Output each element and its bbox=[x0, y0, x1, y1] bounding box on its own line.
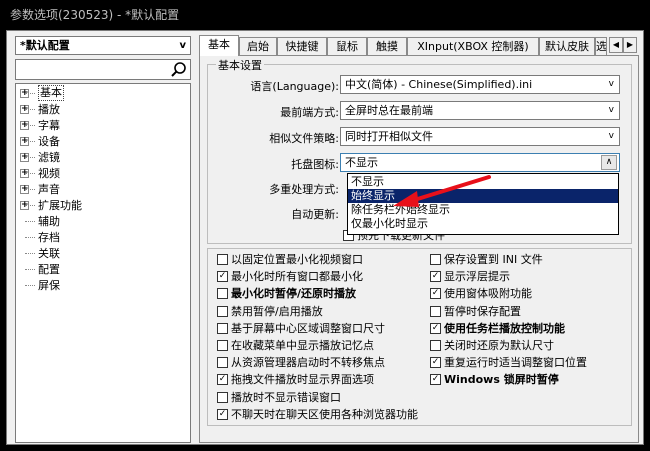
category-tree: + 基本 + 播放 + 字幕 + 设备 + 滤镜 + 视频 + 声音 + 扩展功… bbox=[15, 83, 191, 443]
chevron-down-icon: v bbox=[608, 79, 614, 89]
language-label: 语言(Language): bbox=[250, 80, 339, 93]
checkbox-checked-icon[interactable]: ✓ bbox=[430, 357, 441, 369]
profile-select[interactable]: *默认配置 v bbox=[15, 36, 191, 55]
preferences-window: *默认配置 v + 基本 + 播放 + 字幕 + 设备 + 滤镜 + 视频 + … bbox=[6, 30, 644, 445]
chevron-up-icon[interactable]: ∧ bbox=[601, 155, 617, 170]
checkbox-box[interactable] bbox=[430, 254, 441, 265]
checkbox-box[interactable] bbox=[217, 357, 228, 369]
topmost-select[interactable]: 全屏时总在最前端 v bbox=[340, 101, 620, 120]
tab-startup[interactable]: 启始 bbox=[239, 37, 277, 55]
tray-icon-label: 托盘图标: bbox=[291, 158, 339, 171]
checkbox-checked-icon[interactable]: ✓ bbox=[217, 374, 228, 386]
checkbox-box[interactable] bbox=[217, 340, 228, 351]
red-arrow-icon bbox=[393, 175, 491, 207]
tab-xinput[interactable]: XInput(XBOX 控制器) bbox=[407, 37, 539, 55]
dropdown-option[interactable]: 仅最小化时显示 bbox=[348, 217, 618, 231]
checkbox-checked-icon[interactable]: ✓ bbox=[217, 408, 228, 420]
tab-bar: 基本 启始 快捷键 鼠标 触摸 XInput(XBOX 控制器) 默认皮肤 选 … bbox=[199, 35, 639, 56]
tab-scroll-right-icon[interactable]: ▶ bbox=[623, 37, 637, 53]
search-icon[interactable] bbox=[170, 61, 187, 78]
tab-mouse[interactable]: 鼠标 bbox=[327, 37, 367, 55]
tab-basic[interactable]: 基本 bbox=[199, 35, 239, 56]
chevron-down-icon: v bbox=[179, 40, 186, 51]
checkbox-box[interactable] bbox=[430, 305, 441, 317]
topmost-label: 最前端方式: bbox=[280, 106, 339, 119]
checkbox-box[interactable] bbox=[217, 254, 228, 265]
checkbox-checked-icon[interactable]: ✓ bbox=[430, 322, 441, 334]
window-title: 参数选项(230523) - *默认配置 bbox=[0, 0, 650, 30]
checkbox-box[interactable] bbox=[430, 340, 441, 351]
tab-default-skin[interactable]: 默认皮肤 bbox=[539, 37, 595, 55]
chevron-down-icon: v bbox=[608, 105, 614, 115]
auto-update-label: 自动更新: bbox=[291, 208, 339, 221]
checkbox-box[interactable] bbox=[217, 288, 228, 300]
similar-files-label: 相似文件策略: bbox=[269, 132, 339, 145]
checkbox-box[interactable] bbox=[217, 391, 228, 403]
checkbox-checked-icon[interactable]: ✓ bbox=[430, 374, 441, 386]
tab-scroll-left-icon[interactable]: ◀ bbox=[609, 37, 623, 53]
language-select[interactable]: 中文(简体) - Chinese(Simplified).ini v bbox=[340, 75, 620, 94]
tab-touch[interactable]: 触摸 bbox=[367, 37, 407, 55]
similar-files-select[interactable]: 同时打开相似文件 v bbox=[340, 127, 620, 146]
profile-value: *默认配置 bbox=[20, 39, 70, 52]
multi-process-label: 多重处理方式: bbox=[269, 183, 339, 196]
checkbox-checked-icon[interactable]: ✓ bbox=[430, 288, 441, 300]
chevron-down-icon: v bbox=[608, 131, 614, 141]
tab-hotkeys[interactable]: 快捷键 bbox=[277, 37, 327, 55]
tray-icon-select[interactable]: 不显示 ∧ bbox=[340, 153, 620, 172]
checkbox-box[interactable] bbox=[217, 322, 228, 334]
checkbox-checked-icon[interactable]: ✓ bbox=[217, 271, 228, 283]
checkbox-box[interactable] bbox=[217, 305, 228, 317]
tab-more[interactable]: 选 bbox=[595, 37, 607, 55]
checkbox-checked-icon[interactable]: ✓ bbox=[430, 271, 441, 283]
search-input[interactable] bbox=[15, 59, 191, 80]
basic-settings-label: 基本设置 bbox=[216, 57, 264, 73]
